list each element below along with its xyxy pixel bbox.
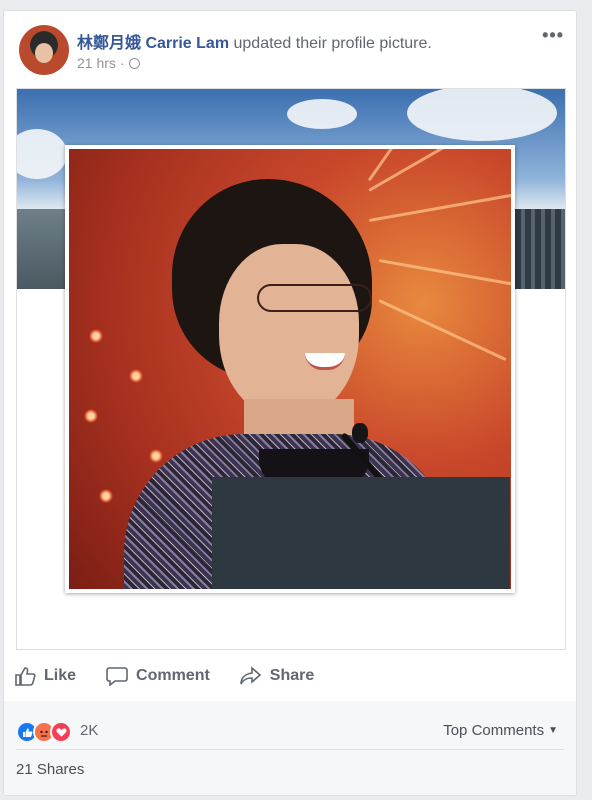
post-header: 林鄭月娥 Carrie Lam updated their profile pi…: [77, 29, 432, 53]
thumbs-up-icon: [15, 667, 36, 686]
reaction-count[interactable]: 2K: [80, 722, 98, 739]
share-button[interactable]: Share: [239, 666, 315, 686]
reaction-icons[interactable]: [16, 721, 72, 743]
more-options-button[interactable]: •••: [542, 25, 564, 46]
post-action-text: updated their profile picture.: [229, 35, 432, 52]
like-label: Like: [44, 667, 77, 684]
comment-label: Comment: [136, 667, 210, 684]
post-card: 林鄭月娥 Carrie Lam updated their profile pi…: [3, 10, 577, 796]
comment-button[interactable]: Comment: [106, 666, 210, 686]
comment-bubble-icon: [106, 667, 128, 686]
share-arrow-icon: [239, 666, 262, 685]
top-comments-label: Top Comments: [443, 722, 545, 739]
post-actions: Like Comment Share: [14, 661, 564, 691]
post-meta: 21 hrs ·: [77, 55, 140, 71]
shares-count[interactable]: 21 Shares: [16, 761, 84, 778]
author-name-link[interactable]: 林鄭月娥 Carrie Lam: [77, 35, 229, 52]
avatar[interactable]: [19, 25, 69, 75]
timestamp[interactable]: 21 hrs: [77, 55, 116, 71]
globe-icon[interactable]: [128, 57, 140, 69]
top-comments-dropdown[interactable]: Top Comments ▼: [443, 722, 558, 739]
reactions-bar: 2K Top Comments ▼ 21 Shares: [4, 701, 576, 795]
profile-picture[interactable]: [65, 145, 515, 593]
meta-separator: ·: [119, 55, 125, 71]
profile-photo-image: [69, 149, 511, 589]
profile-picture-media[interactable]: [16, 88, 566, 650]
caret-down-icon: ▼: [548, 725, 558, 736]
divider: [16, 749, 564, 750]
like-button[interactable]: Like: [14, 666, 76, 686]
share-label: Share: [269, 667, 315, 684]
love-reaction-icon: [50, 721, 72, 743]
